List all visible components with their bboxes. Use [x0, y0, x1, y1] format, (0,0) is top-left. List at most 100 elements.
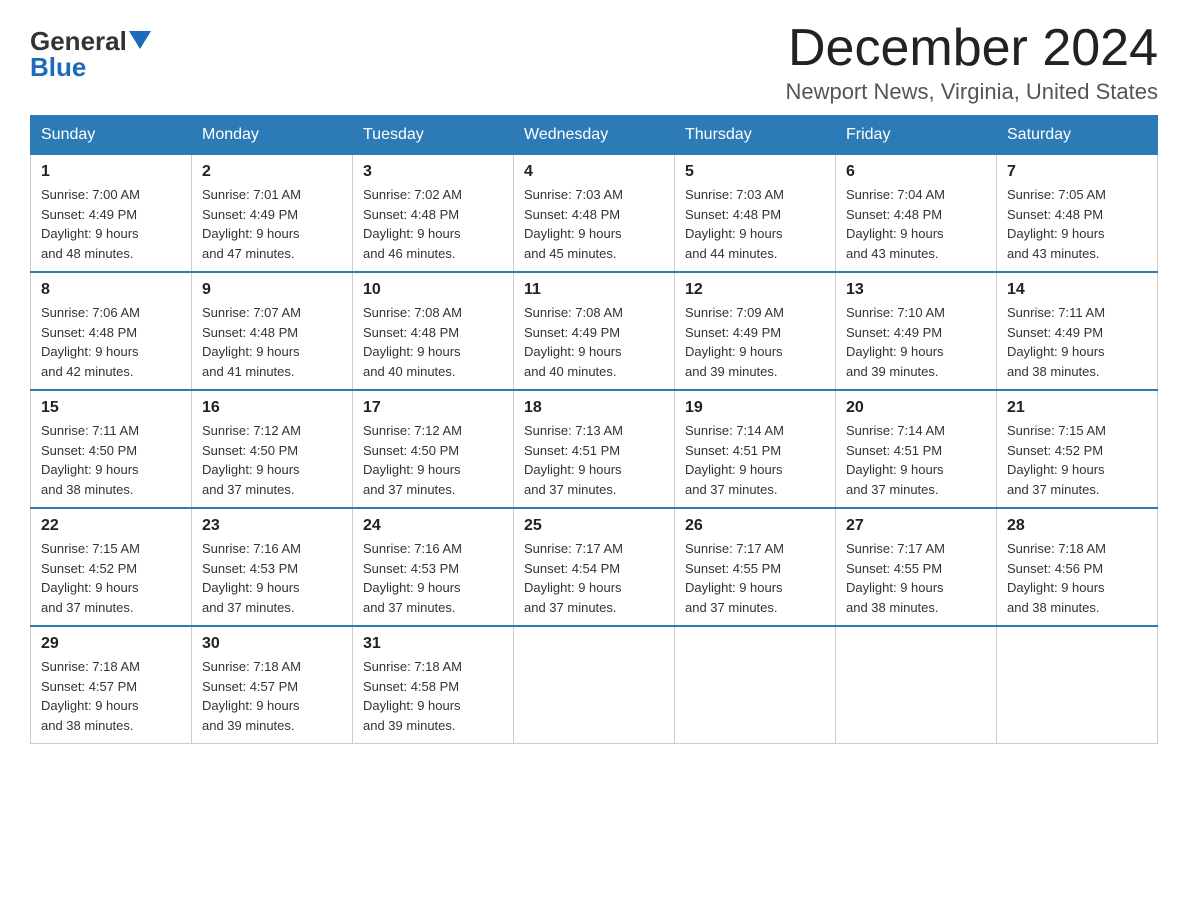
logo-triangle-icon — [129, 31, 151, 49]
day-info: Sunrise: 7:03 AMSunset: 4:48 PMDaylight:… — [685, 185, 825, 263]
calendar-cell: 22 Sunrise: 7:15 AMSunset: 4:52 PMDayligh… — [31, 508, 192, 626]
calendar-header-row: SundayMondayTuesdayWednesdayThursdayFrid… — [31, 116, 1158, 155]
calendar-cell: 20 Sunrise: 7:14 AMSunset: 4:51 PMDayligh… — [836, 390, 997, 508]
calendar-cell: 15 Sunrise: 7:11 AMSunset: 4:50 PMDayligh… — [31, 390, 192, 508]
calendar-week-row: 8 Sunrise: 7:06 AMSunset: 4:48 PMDaylight… — [31, 272, 1158, 390]
location-title: Newport News, Virginia, United States — [785, 79, 1158, 105]
calendar-cell — [514, 626, 675, 744]
logo-general: General — [30, 28, 127, 54]
calendar-cell: 4 Sunrise: 7:03 AMSunset: 4:48 PMDaylight… — [514, 155, 675, 273]
calendar-week-row: 22 Sunrise: 7:15 AMSunset: 4:52 PMDayligh… — [31, 508, 1158, 626]
day-info: Sunrise: 7:02 AMSunset: 4:48 PMDaylight:… — [363, 185, 503, 263]
day-number: 24 — [363, 517, 503, 535]
weekday-header-sunday: Sunday — [31, 116, 192, 155]
day-number: 9 — [202, 281, 342, 299]
day-number: 31 — [363, 635, 503, 653]
day-number: 3 — [363, 163, 503, 181]
day-number: 14 — [1007, 281, 1147, 299]
day-number: 22 — [41, 517, 181, 535]
calendar-cell: 3 Sunrise: 7:02 AMSunset: 4:48 PMDaylight… — [353, 155, 514, 273]
day-info: Sunrise: 7:04 AMSunset: 4:48 PMDaylight:… — [846, 185, 986, 263]
calendar-cell: 14 Sunrise: 7:11 AMSunset: 4:49 PMDayligh… — [997, 272, 1158, 390]
day-info: Sunrise: 7:17 AMSunset: 4:54 PMDaylight:… — [524, 539, 664, 617]
day-number: 20 — [846, 399, 986, 417]
calendar-cell: 11 Sunrise: 7:08 AMSunset: 4:49 PMDayligh… — [514, 272, 675, 390]
day-info: Sunrise: 7:17 AMSunset: 4:55 PMDaylight:… — [685, 539, 825, 617]
day-info: Sunrise: 7:09 AMSunset: 4:49 PMDaylight:… — [685, 303, 825, 381]
calendar-cell: 10 Sunrise: 7:08 AMSunset: 4:48 PMDayligh… — [353, 272, 514, 390]
day-info: Sunrise: 7:12 AMSunset: 4:50 PMDaylight:… — [202, 421, 342, 499]
day-number: 18 — [524, 399, 664, 417]
day-number: 15 — [41, 399, 181, 417]
day-info: Sunrise: 7:16 AMSunset: 4:53 PMDaylight:… — [363, 539, 503, 617]
day-number: 21 — [1007, 399, 1147, 417]
page-header: General Blue December 2024 Newport News,… — [30, 20, 1158, 105]
day-info: Sunrise: 7:10 AMSunset: 4:49 PMDaylight:… — [846, 303, 986, 381]
day-info: Sunrise: 7:11 AMSunset: 4:49 PMDaylight:… — [1007, 303, 1147, 381]
day-info: Sunrise: 7:18 AMSunset: 4:56 PMDaylight:… — [1007, 539, 1147, 617]
logo: General Blue — [30, 28, 151, 83]
weekday-header-monday: Monday — [192, 116, 353, 155]
day-info: Sunrise: 7:11 AMSunset: 4:50 PMDaylight:… — [41, 421, 181, 499]
day-number: 11 — [524, 281, 664, 299]
day-info: Sunrise: 7:16 AMSunset: 4:53 PMDaylight:… — [202, 539, 342, 617]
weekday-header-saturday: Saturday — [997, 116, 1158, 155]
calendar-cell: 21 Sunrise: 7:15 AMSunset: 4:52 PMDayligh… — [997, 390, 1158, 508]
calendar-cell: 16 Sunrise: 7:12 AMSunset: 4:50 PMDayligh… — [192, 390, 353, 508]
day-number: 5 — [685, 163, 825, 181]
calendar-cell: 5 Sunrise: 7:03 AMSunset: 4:48 PMDaylight… — [675, 155, 836, 273]
day-number: 26 — [685, 517, 825, 535]
day-number: 13 — [846, 281, 986, 299]
calendar-cell: 6Sunrise: 7:04 AMSunset: 4:48 PMDaylight… — [836, 155, 997, 273]
weekday-header-wednesday: Wednesday — [514, 116, 675, 155]
day-info: Sunrise: 7:08 AMSunset: 4:49 PMDaylight:… — [524, 303, 664, 381]
day-number: 8 — [41, 281, 181, 299]
calendar-cell: 7Sunrise: 7:05 AMSunset: 4:48 PMDaylight… — [997, 155, 1158, 273]
day-info: Sunrise: 7:14 AMSunset: 4:51 PMDaylight:… — [846, 421, 986, 499]
calendar-cell: 25Sunrise: 7:17 AMSunset: 4:54 PMDayligh… — [514, 508, 675, 626]
calendar-cell: 31 Sunrise: 7:18 AMSunset: 4:58 PMDayligh… — [353, 626, 514, 744]
day-info: Sunrise: 7:01 AMSunset: 4:49 PMDaylight:… — [202, 185, 342, 263]
day-info: Sunrise: 7:15 AMSunset: 4:52 PMDaylight:… — [41, 539, 181, 617]
calendar-cell: 24 Sunrise: 7:16 AMSunset: 4:53 PMDayligh… — [353, 508, 514, 626]
calendar-cell: 9Sunrise: 7:07 AMSunset: 4:48 PMDaylight… — [192, 272, 353, 390]
calendar-cell — [675, 626, 836, 744]
weekday-header-thursday: Thursday — [675, 116, 836, 155]
day-number: 16 — [202, 399, 342, 417]
day-number: 10 — [363, 281, 503, 299]
day-number: 12 — [685, 281, 825, 299]
logo-blue: Blue — [30, 52, 86, 83]
calendar-week-row: 15 Sunrise: 7:11 AMSunset: 4:50 PMDayligh… — [31, 390, 1158, 508]
calendar-cell: 23Sunrise: 7:16 AMSunset: 4:53 PMDayligh… — [192, 508, 353, 626]
month-title: December 2024 — [785, 20, 1158, 77]
day-info: Sunrise: 7:05 AMSunset: 4:48 PMDaylight:… — [1007, 185, 1147, 263]
calendar-week-row: 29Sunrise: 7:18 AMSunset: 4:57 PMDayligh… — [31, 626, 1158, 744]
calendar-cell: 1Sunrise: 7:00 AMSunset: 4:49 PMDaylight… — [31, 155, 192, 273]
calendar-cell: 8 Sunrise: 7:06 AMSunset: 4:48 PMDaylight… — [31, 272, 192, 390]
day-info: Sunrise: 7:06 AMSunset: 4:48 PMDaylight:… — [41, 303, 181, 381]
calendar-cell: 28 Sunrise: 7:18 AMSunset: 4:56 PMDayligh… — [997, 508, 1158, 626]
weekday-header-tuesday: Tuesday — [353, 116, 514, 155]
day-number: 28 — [1007, 517, 1147, 535]
day-number: 4 — [524, 163, 664, 181]
day-number: 29 — [41, 635, 181, 653]
day-info: Sunrise: 7:18 AMSunset: 4:58 PMDaylight:… — [363, 657, 503, 735]
calendar-week-row: 1Sunrise: 7:00 AMSunset: 4:49 PMDaylight… — [31, 155, 1158, 273]
calendar-cell: 19Sunrise: 7:14 AMSunset: 4:51 PMDayligh… — [675, 390, 836, 508]
calendar-cell: 12 Sunrise: 7:09 AMSunset: 4:49 PMDayligh… — [675, 272, 836, 390]
calendar-cell: 17Sunrise: 7:12 AMSunset: 4:50 PMDayligh… — [353, 390, 514, 508]
title-area: December 2024 Newport News, Virginia, Un… — [785, 20, 1158, 105]
calendar-cell: 30Sunrise: 7:18 AMSunset: 4:57 PMDayligh… — [192, 626, 353, 744]
day-number: 27 — [846, 517, 986, 535]
calendar-cell: 27Sunrise: 7:17 AMSunset: 4:55 PMDayligh… — [836, 508, 997, 626]
calendar-cell: 29Sunrise: 7:18 AMSunset: 4:57 PMDayligh… — [31, 626, 192, 744]
day-number: 17 — [363, 399, 503, 417]
day-info: Sunrise: 7:15 AMSunset: 4:52 PMDaylight:… — [1007, 421, 1147, 499]
day-info: Sunrise: 7:08 AMSunset: 4:48 PMDaylight:… — [363, 303, 503, 381]
day-info: Sunrise: 7:14 AMSunset: 4:51 PMDaylight:… — [685, 421, 825, 499]
calendar-cell: 18Sunrise: 7:13 AMSunset: 4:51 PMDayligh… — [514, 390, 675, 508]
calendar-table: SundayMondayTuesdayWednesdayThursdayFrid… — [30, 115, 1158, 744]
day-number: 2 — [202, 163, 342, 181]
day-info: Sunrise: 7:03 AMSunset: 4:48 PMDaylight:… — [524, 185, 664, 263]
calendar-cell — [997, 626, 1158, 744]
